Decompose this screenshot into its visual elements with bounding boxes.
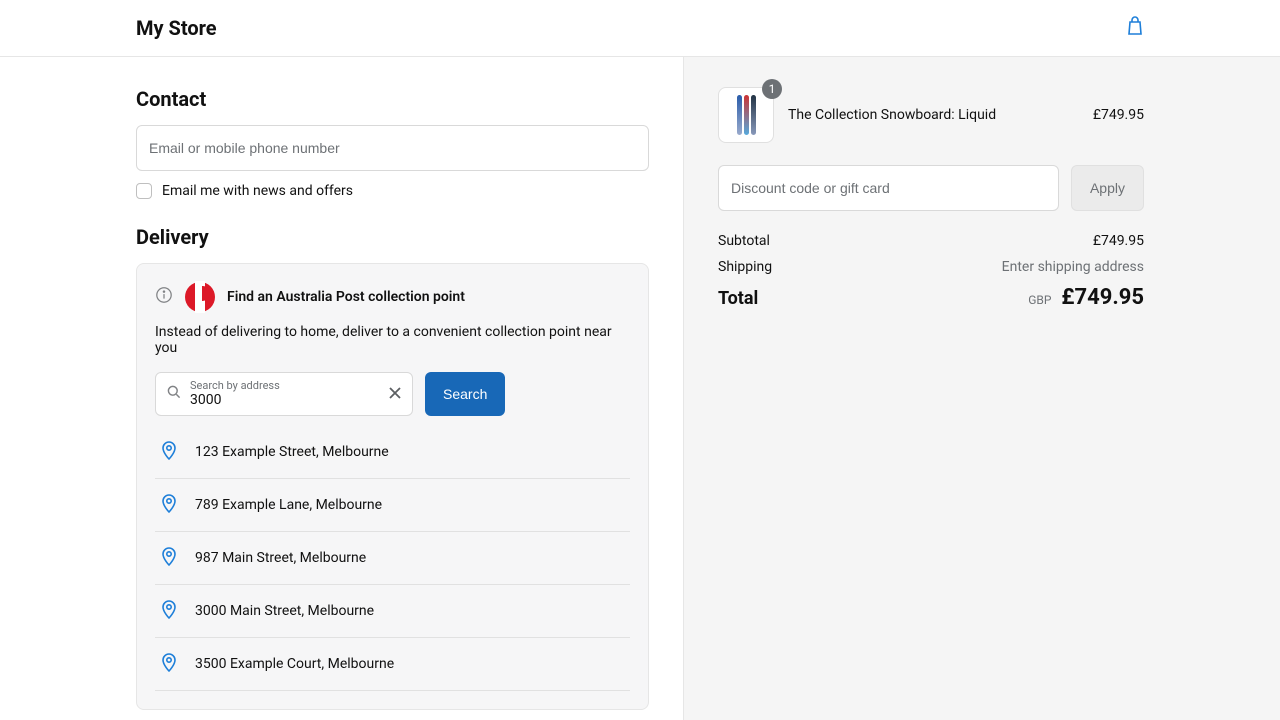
pin-icon (161, 599, 177, 623)
subtotal-label: Subtotal (718, 233, 770, 249)
contact-heading: Contact (136, 87, 649, 111)
search-value: 3000 (190, 392, 380, 409)
total-label: Total (718, 288, 758, 309)
subtotal-value: £749.95 (1093, 233, 1144, 249)
result-address: 123 Example Street, Melbourne (195, 444, 389, 460)
result-address: 3000 Main Street, Melbourne (195, 603, 374, 619)
news-checkbox[interactable] (136, 183, 152, 199)
list-item[interactable]: 3500 Example Court, Melbourne (155, 638, 630, 691)
list-item[interactable]: 3000 Main Street, Melbourne (155, 585, 630, 638)
find-subtitle: Instead of delivering to home, deliver t… (155, 324, 630, 356)
discount-input[interactable] (718, 165, 1059, 211)
list-item[interactable]: 123 Example Street, Melbourne (155, 426, 630, 479)
find-title: Find an Australia Post collection point (227, 289, 465, 305)
total-value: £749.95 (1061, 285, 1144, 310)
delivery-heading: Delivery (136, 225, 649, 249)
result-address: 789 Example Lane, Melbourne (195, 497, 382, 513)
pin-icon (161, 652, 177, 676)
list-item[interactable]: 789 Example Lane, Melbourne (155, 479, 630, 532)
result-address: 3500 Example Court, Melbourne (195, 656, 394, 672)
info-icon (155, 286, 173, 308)
apply-button[interactable]: Apply (1071, 165, 1144, 211)
result-address: 987 Main Street, Melbourne (195, 550, 366, 566)
pin-icon (161, 546, 177, 570)
address-search-input[interactable]: Search by address 3000 (155, 372, 413, 416)
cart-icon[interactable] (1126, 16, 1144, 40)
quantity-badge: 1 (762, 79, 782, 99)
shipping-label: Shipping (718, 259, 772, 275)
store-name[interactable]: My Store (136, 16, 217, 40)
product-price: £749.95 (1093, 107, 1144, 123)
australia-post-logo-icon (185, 282, 215, 312)
pin-icon (161, 440, 177, 464)
pin-icon (161, 493, 177, 517)
shipping-value: Enter shipping address (1002, 259, 1144, 275)
collection-point-panel: Find an Australia Post collection point … (136, 263, 649, 710)
search-button[interactable]: Search (425, 372, 505, 416)
list-item[interactable]: 987 Main Street, Melbourne (155, 532, 630, 585)
clear-icon[interactable] (388, 385, 402, 404)
news-label: Email me with news and offers (162, 183, 353, 199)
currency-code: GBP (1028, 293, 1051, 307)
email-field[interactable] (136, 125, 649, 171)
search-icon (166, 384, 182, 404)
product-name: The Collection Snowboard: Liquid (788, 107, 1079, 123)
search-label: Search by address (190, 380, 380, 392)
